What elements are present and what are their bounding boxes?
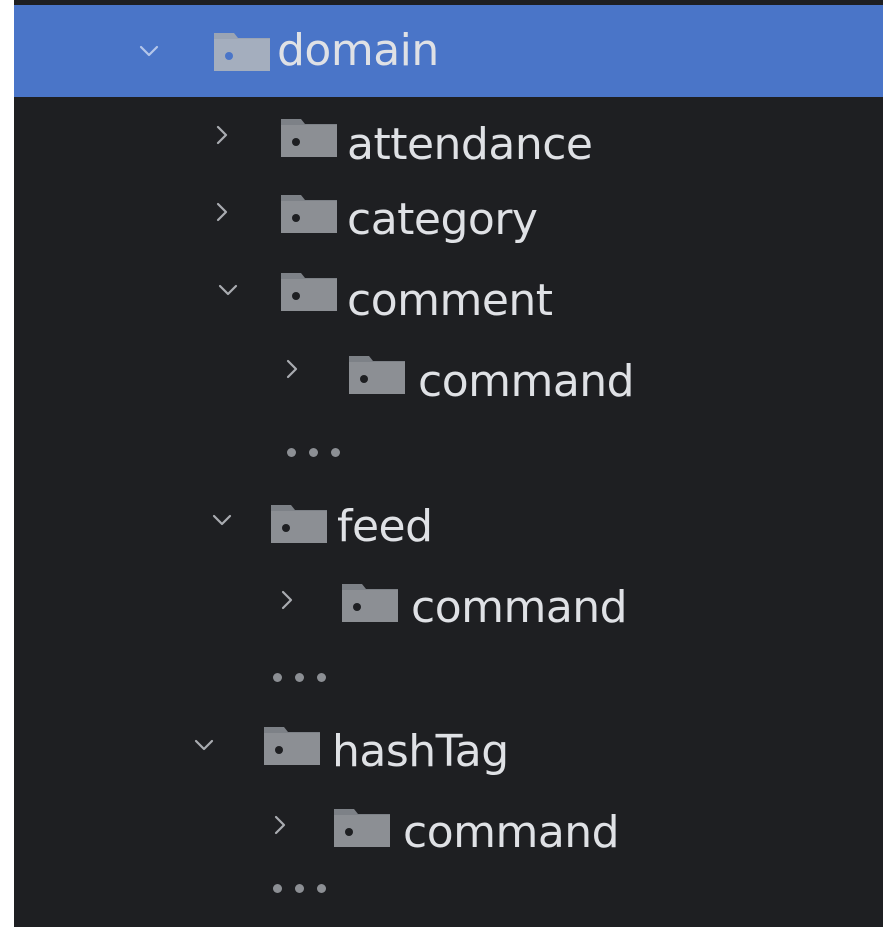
tree-item-comment[interactable]: comment <box>14 251 883 329</box>
ellipsis-icon <box>287 437 340 467</box>
tree-item-label: command <box>411 582 628 633</box>
package-folder-icon <box>279 115 339 159</box>
chevron-right-icon[interactable] <box>204 173 240 251</box>
chevron-right-icon[interactable] <box>262 785 298 865</box>
tree-item-command[interactable]: command <box>14 329 883 409</box>
tree-item-domain[interactable]: domain <box>14 5 883 97</box>
tree-item-label: command <box>418 356 635 407</box>
tree-item-label: attendance <box>347 119 593 170</box>
tree-item-command[interactable]: command <box>14 785 883 865</box>
chevron-right-icon[interactable] <box>269 560 305 640</box>
chevron-down-icon[interactable] <box>131 5 167 97</box>
package-folder-icon <box>279 191 339 235</box>
tree-item-hashtag[interactable]: hashTag <box>14 705 883 785</box>
chevron-down-icon[interactable] <box>210 251 246 329</box>
tree-item-feed[interactable]: feed <box>14 480 883 560</box>
tree-item-label: feed <box>337 501 433 552</box>
ellipsis-icon <box>273 662 326 692</box>
tree-item-label: command <box>403 807 620 858</box>
tree-item-label: category <box>347 194 538 245</box>
ellipsis-icon <box>273 873 326 903</box>
tree-item-label: domain <box>277 25 439 76</box>
tree-item-label: comment <box>347 275 553 326</box>
chevron-down-icon[interactable] <box>204 480 240 560</box>
package-folder-icon <box>332 805 392 849</box>
tree-item-command[interactable]: command <box>14 560 883 640</box>
package-folder-icon <box>279 269 339 313</box>
tree-item-category[interactable]: category <box>14 173 883 251</box>
package-folder-icon <box>262 723 322 767</box>
package-folder-icon <box>269 501 329 545</box>
project-tree: domain attendance category comment comma… <box>14 0 883 927</box>
tree-item-label: hashTag <box>332 726 509 777</box>
chevron-right-icon[interactable] <box>274 329 310 409</box>
chevron-down-icon[interactable] <box>186 705 222 785</box>
chevron-right-icon[interactable] <box>204 97 240 173</box>
package-folder-icon <box>212 29 272 73</box>
package-folder-icon <box>347 352 407 396</box>
tree-item-attendance[interactable]: attendance <box>14 97 883 173</box>
package-folder-icon <box>340 580 400 624</box>
